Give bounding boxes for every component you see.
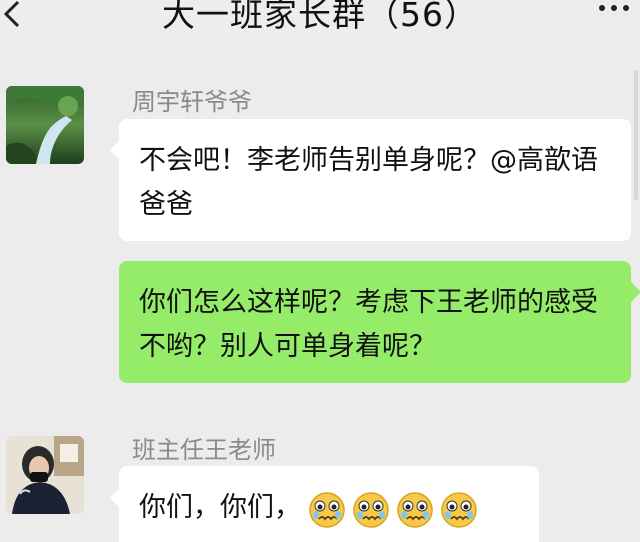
message-bubble[interactable]: 你们，你们，	[119, 466, 539, 542]
chat-screen: 大一班家长群（56） 周宇轩爷爷 不会吧！李老师告别单身呢？@高歆语爸爸 你们怎…	[0, 0, 640, 542]
avatar-teacher-wang[interactable]	[6, 436, 84, 514]
sender-name: 周宇轩爷爷	[132, 88, 252, 116]
chat-title: 大一班家长群（56）	[162, 0, 478, 34]
message-text: 你们，你们，	[139, 492, 301, 523]
bubble-tail	[631, 282, 640, 302]
crying-face-icon	[395, 489, 435, 529]
crying-face-icon	[439, 489, 479, 529]
more-dots-icon[interactable]	[594, 2, 634, 32]
crying-face-icon	[307, 489, 347, 529]
scrollbar[interactable]	[634, 70, 638, 200]
avatar-zhouyuxuan-grandpa[interactable]	[6, 86, 84, 164]
sender-name: 班主任王老师	[132, 436, 276, 464]
crying-face-icon	[351, 489, 391, 529]
message-bubble[interactable]: 不会吧！李老师告别单身呢？@高歆语爸爸	[119, 119, 631, 241]
emoji-row	[307, 489, 479, 529]
chat-header: 大一班家长群（56）	[0, 0, 640, 44]
message-bubble-self[interactable]: 你们怎么这样呢？考虑下王老师的感受不哟？别人可单身着呢？	[119, 261, 631, 383]
